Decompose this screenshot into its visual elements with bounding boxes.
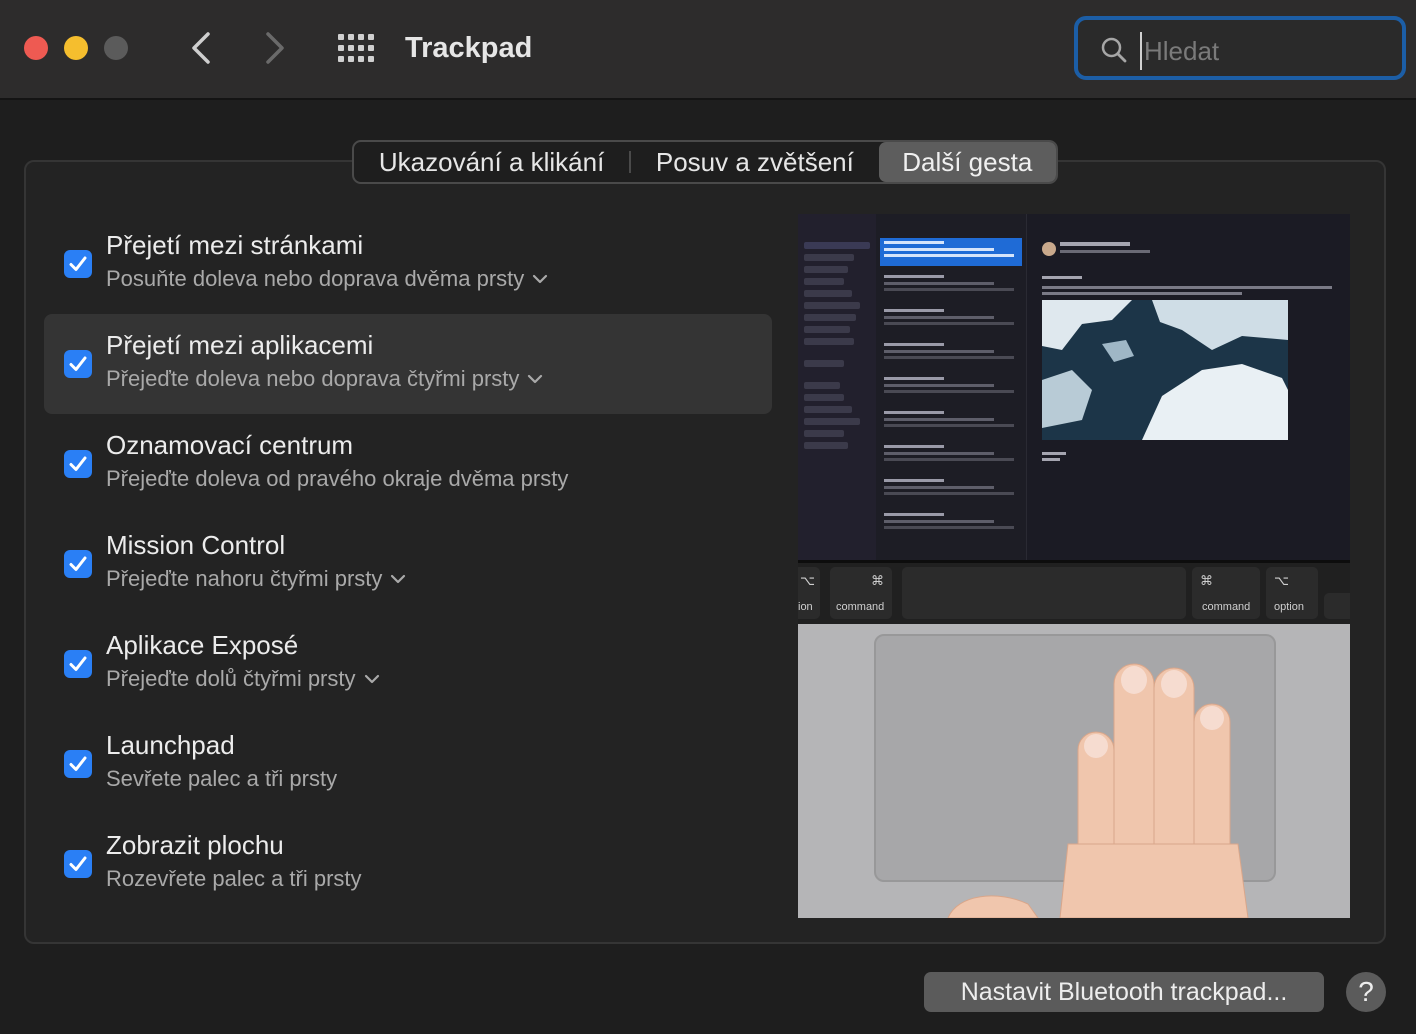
checkbox[interactable]: [64, 850, 92, 878]
checkbox[interactable]: [64, 250, 92, 278]
preview-key: ⌘ command: [830, 567, 892, 619]
gesture-subtitle: Přejeďte dolů čtyřmi prsty: [106, 666, 356, 691]
gesture-option-popup[interactable]: Přejeďte nahoru čtyřmi prsty: [106, 566, 406, 592]
title-bar: Trackpad: [0, 0, 1416, 100]
gesture-title: Launchpad: [106, 730, 235, 760]
preview-key-space: [902, 567, 1186, 619]
help-button[interactable]: ?: [1346, 972, 1386, 1012]
chevron-down-icon: [528, 374, 543, 384]
checkmark-icon: [69, 756, 87, 771]
search-field[interactable]: [1074, 16, 1406, 80]
gesture-title: Přejetí mezi stránkami: [106, 230, 364, 260]
chevron-right-icon: [266, 32, 284, 64]
gesture-subtitle: Posuňte doleva nebo doprava dvěma prsty: [106, 266, 525, 291]
search-input[interactable]: [1140, 32, 1396, 70]
grid-icon: [338, 34, 374, 62]
gesture-subtitle: Přejeďte nahoru čtyřmi prsty: [106, 566, 383, 591]
show-all-button[interactable]: [336, 32, 376, 64]
checkmark-icon: [69, 256, 87, 271]
zoom-window-button: [104, 36, 128, 60]
checkbox[interactable]: [64, 750, 92, 778]
gesture-row-show-desktop[interactable]: Zobrazit plochu Rozevřete palec a tři pr…: [44, 814, 772, 914]
gesture-option-popup[interactable]: Přejeďte doleva nebo doprava čtyřmi prst…: [106, 366, 543, 392]
gesture-row-swipe-pages[interactable]: Přejetí mezi stránkami Posuňte doleva ne…: [44, 214, 772, 314]
preview-ice-photo: [1042, 300, 1288, 440]
checkmark-icon: [69, 456, 87, 471]
chevron-down-icon: [364, 674, 379, 684]
gesture-row-launchpad[interactable]: Launchpad Sevřete palec a tři prsty: [44, 714, 772, 814]
preview-hand: [947, 663, 1249, 918]
checkmark-icon: [69, 356, 87, 371]
checkmark-icon: [69, 856, 87, 871]
tab-more-gestures[interactable]: Další gesta: [878, 142, 1057, 182]
gesture-title: Mission Control: [106, 530, 286, 560]
gesture-row-app-expose[interactable]: Aplikace Exposé Přejeďte dolů čtyřmi prs…: [44, 614, 772, 714]
gesture-option-popup[interactable]: Přejeďte dolů čtyřmi prsty: [106, 666, 380, 692]
preview-mail-sidebar: [798, 214, 876, 560]
close-window-button[interactable]: [24, 36, 48, 60]
tab-scroll-and-zoom[interactable]: Posuv a zvětšení: [631, 142, 878, 182]
preview-key: ⌥ ion: [798, 567, 820, 619]
gesture-row-mission-control[interactable]: Mission Control Přejeďte nahoru čtyřmi p…: [44, 514, 772, 614]
gesture-subtitle: Přejeďte doleva nebo doprava čtyřmi prst…: [106, 366, 520, 391]
gesture-row-notification-center[interactable]: Oznamovací centrum Přejeďte doleva od pr…: [44, 414, 772, 514]
chevron-left-icon: [192, 32, 210, 64]
gesture-row-swipe-apps[interactable]: Přejetí mezi aplikacemi Přejeďte doleva …: [44, 314, 772, 414]
preview-mail-list: [876, 214, 1027, 560]
preview-key: ⌘ command: [1192, 567, 1260, 619]
gesture-subtitle: Sevřete palec a tři prsty: [106, 766, 338, 791]
window-title: Trackpad: [405, 32, 533, 64]
tab-bar: Ukazování a klikání Posuv a zvětšení Dal…: [352, 140, 1058, 184]
gesture-subtitle: Přejeďte doleva od pravého okraje dvěma …: [106, 466, 569, 491]
gesture-option-popup[interactable]: Posuňte doleva nebo doprava dvěma prsty: [106, 266, 548, 292]
checkbox[interactable]: [64, 450, 92, 478]
preview-key: ⌥ option: [1266, 567, 1318, 619]
checkbox[interactable]: [64, 350, 92, 378]
gesture-subtitle: Rozevřete palec a tři prsty: [106, 866, 362, 891]
forward-button[interactable]: [260, 28, 290, 68]
gesture-preview-video: ⌥ ion ⌘ command ⌘ command ⌥ option: [798, 214, 1350, 918]
search-icon: [1101, 37, 1127, 63]
preview-keyboard: ⌥ ion ⌘ command ⌘ command ⌥ option: [798, 560, 1350, 627]
preview-key-arrow: [1324, 593, 1350, 619]
checkbox[interactable]: [64, 550, 92, 578]
setup-bluetooth-trackpad-button[interactable]: Nastavit Bluetooth trackpad...: [924, 972, 1324, 1012]
preview-screen: [798, 214, 1350, 560]
minimize-window-button[interactable]: [64, 36, 88, 60]
preview-mail-reader: [1028, 214, 1350, 560]
preview-trackpad-deck: [798, 624, 1350, 918]
chevron-down-icon: [391, 574, 406, 584]
checkmark-icon: [69, 656, 87, 671]
gesture-title: Zobrazit plochu: [106, 830, 284, 860]
checkbox[interactable]: [64, 650, 92, 678]
back-button[interactable]: [186, 28, 216, 68]
gesture-title: Přejetí mezi aplikacemi: [106, 330, 374, 360]
gesture-title: Oznamovací centrum: [106, 430, 354, 460]
tab-point-and-click[interactable]: Ukazování a klikání: [354, 142, 629, 182]
gesture-title: Aplikace Exposé: [106, 630, 299, 660]
chevron-down-icon: [533, 274, 548, 284]
checkmark-icon: [69, 556, 87, 571]
